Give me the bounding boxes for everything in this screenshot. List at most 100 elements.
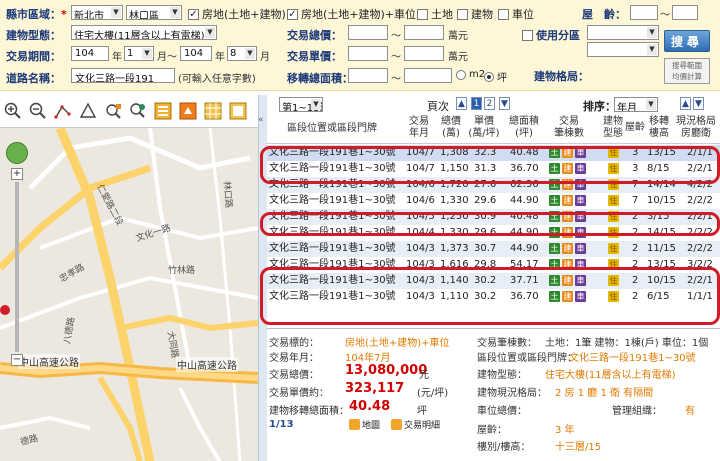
cell-area: 40.48 bbox=[510, 147, 539, 158]
measure-line-icon[interactable] bbox=[52, 101, 73, 121]
unit-year: 年 bbox=[215, 52, 225, 63]
col-floor[interactable]: 移轉 樓高 bbox=[647, 116, 671, 140]
total-price-unit: 萬元 bbox=[448, 31, 468, 42]
next-page-icon[interactable]: ▼ bbox=[499, 97, 510, 110]
radio-empty-icon bbox=[456, 69, 466, 80]
county-select[interactable]: 新北市 bbox=[71, 5, 123, 20]
table-row[interactable]: 文化三路一段191巷1~30號 104/7 1,150 31.3 36.70 3 8/15 2… bbox=[267, 161, 720, 177]
page-1-button[interactable]: 1 bbox=[471, 97, 482, 110]
map-zoom-out-button[interactable]: − bbox=[11, 354, 23, 366]
unit-price-min-input[interactable] bbox=[348, 46, 388, 61]
detail-layout-value: 2 房 1 廳 1 衛 有隔間 bbox=[555, 388, 654, 399]
range-average-button[interactable]: 搜尋範圍 均價計算 bbox=[664, 58, 710, 84]
zoom-out-icon[interactable] bbox=[27, 101, 48, 121]
results-table-body: 文化三路一段191巷1~30號 104/7 1,308 32.3 40.48 3 13/15… bbox=[267, 145, 720, 305]
col-date[interactable]: 交易 年月 bbox=[407, 116, 431, 140]
detail-ym-value: 104年7月 bbox=[345, 353, 391, 364]
unit-price-max-input[interactable] bbox=[404, 46, 444, 61]
district-select[interactable]: 林口區 bbox=[126, 5, 182, 20]
area-max-input[interactable] bbox=[404, 68, 452, 83]
area-min-input[interactable] bbox=[348, 68, 388, 83]
clear-icon[interactable] bbox=[227, 101, 248, 121]
age-max-input[interactable] bbox=[672, 5, 698, 20]
col-count[interactable]: 交易 筆棟數 bbox=[548, 116, 590, 140]
table-row[interactable]: 文化三路一段191巷1~30號 104/4 1,330 29.6 44.90 2 14/15… bbox=[267, 225, 720, 241]
pan-icon[interactable] bbox=[127, 101, 148, 121]
prev-page-icon[interactable]: ▲ bbox=[456, 97, 467, 110]
cell-date: 104/7 bbox=[406, 163, 435, 174]
use-zone-select-1[interactable] bbox=[587, 25, 659, 40]
pan-control-icon[interactable] bbox=[6, 142, 28, 164]
cell-floor: 14/14 bbox=[647, 179, 676, 190]
col-unit[interactable]: 單價 (萬/坪) bbox=[467, 116, 501, 140]
detail-age-value: 3 年 bbox=[555, 425, 575, 436]
detail-mgmt-value: 有 bbox=[685, 406, 695, 417]
type-land-building-parking-checkbox[interactable]: ✓ 房地(土地+建物)+車位 bbox=[287, 6, 416, 22]
land-tag-icon: 土 bbox=[549, 227, 560, 238]
table-row[interactable]: 文化三路一段191巷1~30號 104/3 1,110 30.2 36.70 2 6/15 1… bbox=[267, 289, 720, 305]
parking-tag-icon: 車 bbox=[575, 163, 586, 174]
table-row[interactable]: 文化三路一段191巷1~30號 104/3 1,616 29.8 54.17 2 13/15… bbox=[267, 257, 720, 273]
age-min-input[interactable] bbox=[630, 5, 658, 20]
building-tag-icon: 建 bbox=[562, 275, 573, 286]
collapse-map-button[interactable]: « bbox=[258, 95, 267, 461]
sort-select[interactable]: 年月 bbox=[614, 97, 658, 112]
table-row[interactable]: 文化三路一段191巷1~30號 104/3 1,140 30.2 37.71 2 10/15… bbox=[267, 273, 720, 289]
total-price-min-input[interactable] bbox=[348, 25, 388, 40]
period-from-year-input[interactable]: 104 bbox=[71, 46, 109, 61]
type-land-building-checkbox[interactable]: ✓ 房地(土地+建物) bbox=[188, 6, 286, 22]
record-range-select[interactable]: 第1~13筆 bbox=[279, 97, 323, 112]
col-building-type[interactable]: 建物 型態 bbox=[601, 116, 625, 140]
col-age[interactable]: 屋齡 bbox=[625, 122, 645, 134]
type-land-checkbox[interactable]: 土地 bbox=[417, 6, 453, 22]
map-view[interactable]: 仁愛路二段 林口路 八德路 文化一路 大同路 竹林路 忠孝路 德路 中山高速公路… bbox=[0, 127, 258, 461]
page-2-button[interactable]: 2 bbox=[484, 97, 495, 110]
measure-area-icon[interactable] bbox=[77, 101, 98, 121]
type-parking-checkbox[interactable]: 車位 bbox=[498, 6, 534, 22]
road-input[interactable]: 文化三路一段191 bbox=[71, 68, 175, 83]
table-row[interactable]: 文化三路一段191巷1~30號 104/6 1,720 27.6 62.36 7 14/14… bbox=[267, 177, 720, 193]
map-button[interactable]: 地圖 bbox=[349, 418, 380, 431]
col-total[interactable]: 總價 (萬) bbox=[439, 116, 463, 140]
col-address[interactable]: 區段位置或區段門牌 bbox=[287, 123, 377, 135]
print-icon[interactable] bbox=[177, 101, 198, 121]
residence-tag-icon: 住 bbox=[608, 147, 619, 158]
use-zone-checkbox[interactable]: 使用分區 bbox=[522, 27, 580, 43]
cell-layout: 2/2/1 bbox=[687, 211, 713, 222]
zoom-area-icon[interactable] bbox=[102, 101, 123, 121]
period-to-month-select[interactable]: 8 bbox=[227, 46, 257, 61]
cell-unit: 29.8 bbox=[474, 259, 497, 270]
road-hint: (可輸入任意字數) bbox=[178, 74, 256, 85]
grid-icon[interactable] bbox=[202, 101, 223, 121]
search-button[interactable]: 搜尋 bbox=[664, 30, 710, 52]
col-layout[interactable]: 現況格局 房廳衛 bbox=[673, 116, 719, 140]
col-area[interactable]: 總面積 (坪) bbox=[505, 116, 543, 140]
area-unit-ping-radio[interactable]: 坪 bbox=[484, 69, 507, 84]
detail-ym-label: 交易年月： bbox=[269, 353, 319, 364]
detail-index: 1/13 bbox=[269, 419, 294, 430]
area-unit-m2-radio[interactable]: m2 bbox=[456, 69, 485, 80]
sort-asc-icon[interactable]: ▲ bbox=[680, 97, 691, 110]
cell-age: 2 bbox=[632, 291, 639, 302]
table-row[interactable]: 文化三路一段191巷1~30號 104/7 1,308 32.3 40.48 3 13/15… bbox=[267, 145, 720, 161]
cell-address: 文化三路一段191巷1~30號 bbox=[269, 211, 396, 222]
table-row[interactable]: 文化三路一段191巷1~30號 104/3 1,373 30.7 44.90 2 11/15… bbox=[267, 241, 720, 257]
table-row[interactable]: 文化三路一段191巷1~30號 104/5 1,250 30.9 40.48 2 3/15 2… bbox=[267, 209, 720, 225]
zoom-in-icon[interactable] bbox=[2, 101, 23, 121]
table-row[interactable]: 文化三路一段191巷1~30號 104/6 1,330 29.6 44.90 7 10/15… bbox=[267, 193, 720, 209]
type-building-checkbox[interactable]: 建物 bbox=[457, 6, 493, 22]
transaction-detail-button[interactable]: 交易明細 bbox=[391, 418, 440, 431]
cell-date: 104/5 bbox=[406, 211, 435, 222]
period-from-month-select[interactable]: 1 bbox=[124, 46, 154, 61]
detail-total-value: 13,080,000 bbox=[345, 363, 428, 378]
total-price-max-input[interactable] bbox=[404, 25, 444, 40]
sort-desc-icon[interactable]: ▼ bbox=[693, 97, 704, 110]
building-type-select[interactable]: 住宅大樓(11層含以上有電梯) bbox=[71, 25, 217, 40]
zoom-slider[interactable] bbox=[15, 182, 19, 352]
detail-count-value: 土地：1筆 建物：1棟(戶) 車位：1個 bbox=[545, 338, 709, 349]
map-zoom-in-button[interactable]: + bbox=[11, 168, 23, 180]
detail-mgmt-label: 管理組織： bbox=[612, 406, 662, 417]
use-zone-select-2[interactable] bbox=[587, 42, 659, 57]
layer-icon[interactable] bbox=[152, 101, 173, 121]
period-to-year-input[interactable]: 104 bbox=[180, 46, 212, 61]
